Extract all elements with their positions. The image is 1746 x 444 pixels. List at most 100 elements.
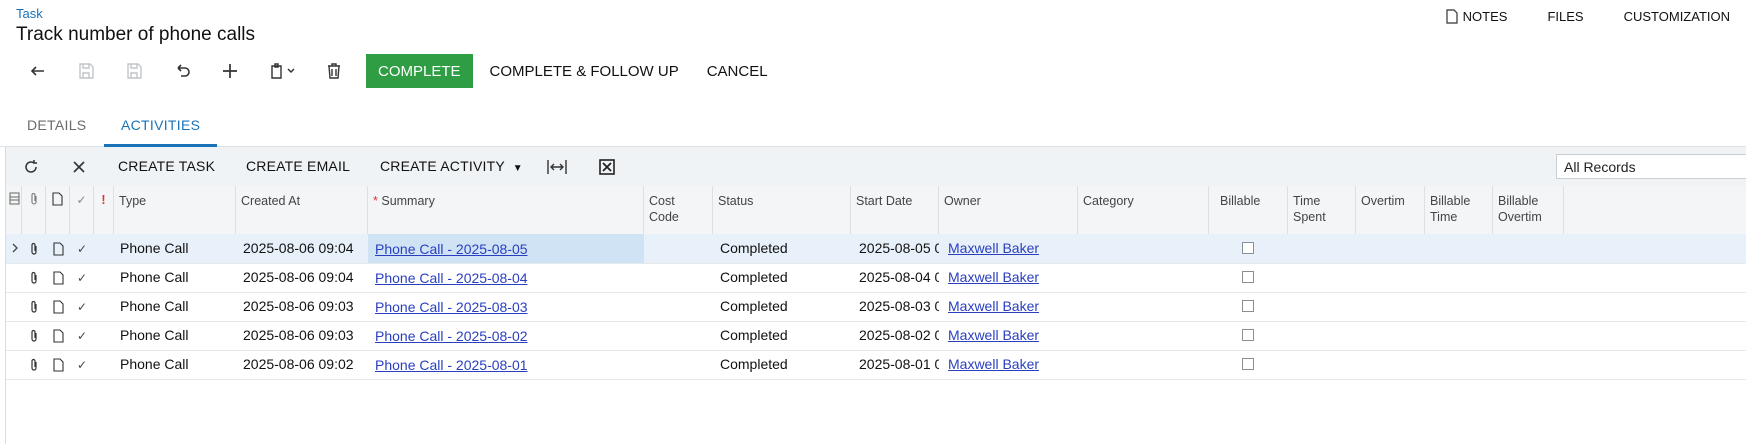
completed-check-icon: ✓: [76, 242, 88, 256]
attachment-icon[interactable]: [27, 300, 41, 314]
files-link[interactable]: FILES: [1547, 9, 1583, 24]
column-billable-time-line2: Time: [1430, 210, 1458, 224]
summary-link[interactable]: Phone Call - 2025-08-05: [368, 241, 528, 257]
billable-checkbox[interactable]: [1242, 242, 1254, 254]
attachment-icon[interactable]: [27, 358, 41, 372]
attachment-icon[interactable]: [27, 271, 41, 285]
breadcrumb[interactable]: Task: [16, 6, 43, 21]
create-task-button[interactable]: CREATE TASK: [118, 158, 215, 174]
caret-down-icon: ▼: [512, 163, 523, 174]
clipboard-icon[interactable]: [254, 54, 310, 88]
tab-bar: DETAILS ACTIVITIES: [0, 108, 1746, 147]
cancel-button[interactable]: CANCEL: [693, 54, 782, 88]
cell-summary[interactable]: Phone Call - 2025-08-05: [368, 234, 644, 263]
table-row[interactable]: ✓ Phone Call 2025-08-06 09:03 Phone Call…: [6, 292, 1746, 322]
complete-follow-up-button[interactable]: COMPLETE & FOLLOW UP: [476, 54, 693, 88]
create-email-button[interactable]: CREATE EMAIL: [246, 158, 350, 174]
tab-details[interactable]: DETAILS: [27, 117, 86, 133]
table-row[interactable]: ✓ Phone Call 2025-08-06 09:02 Phone Call…: [6, 350, 1746, 380]
column-summary[interactable]: * Summary: [368, 186, 644, 234]
create-activity-button[interactable]: CREATE ACTIVITY ▼: [380, 158, 523, 174]
billable-checkbox[interactable]: [1242, 358, 1254, 370]
column-cost-code-line2: Code: [649, 210, 679, 224]
back-icon[interactable]: [14, 54, 62, 88]
cell-summary[interactable]: Phone Call - 2025-08-01: [368, 350, 644, 379]
owner-link[interactable]: Maxwell Baker: [948, 321, 1039, 350]
tab-activities[interactable]: ACTIVITIES: [121, 117, 200, 133]
column-billable-time[interactable]: Billable Time: [1425, 186, 1493, 234]
cell-status: Completed: [720, 240, 788, 256]
column-cost-code[interactable]: Cost Code: [644, 186, 713, 234]
add-icon[interactable]: [206, 54, 254, 88]
cell-start-date: 2025-08-03 09: [859, 298, 939, 314]
note-icon[interactable]: [51, 329, 65, 343]
column-overtime[interactable]: Overtim: [1356, 186, 1425, 234]
cell-start-date: 2025-08-02 09: [859, 327, 939, 343]
grid-toolbar: CREATE TASK CREATE EMAIL CREATE ACTIVITY…: [6, 147, 1746, 187]
table-row[interactable]: ✓ Phone Call 2025-08-06 09:04 Phone Call…: [6, 263, 1746, 293]
priority-header-icon: !: [94, 186, 114, 234]
cell-summary[interactable]: Phone Call - 2025-08-03: [368, 292, 644, 321]
table-row[interactable]: ✓ Phone Call 2025-08-06 09:04 Phone Call…: [6, 234, 1746, 264]
completed-check-icon: ✓: [76, 271, 88, 285]
column-time-spent[interactable]: Time Spent: [1288, 186, 1356, 234]
cell-start-date: 2025-08-05 09: [859, 240, 939, 256]
export-excel-icon[interactable]: [596, 156, 618, 178]
billable-checkbox[interactable]: [1242, 329, 1254, 341]
column-created-at[interactable]: Created At: [236, 186, 368, 234]
main-toolbar: COMPLETE COMPLETE & FOLLOW UP CANCEL: [14, 54, 782, 88]
summary-link[interactable]: Phone Call - 2025-08-02: [368, 328, 528, 344]
complete-button[interactable]: COMPLETE: [366, 54, 473, 88]
save-close-icon[interactable]: [62, 54, 110, 88]
note-icon[interactable]: [51, 242, 65, 256]
column-status[interactable]: Status: [713, 186, 851, 234]
owner-link[interactable]: Maxwell Baker: [948, 263, 1039, 292]
summary-link[interactable]: Phone Call - 2025-08-01: [368, 357, 528, 373]
save-icon[interactable]: [110, 54, 158, 88]
column-billable[interactable]: Billable: [1209, 186, 1288, 234]
cell-type: Phone Call: [120, 327, 189, 343]
column-category[interactable]: Category: [1078, 186, 1209, 234]
owner-link[interactable]: Maxwell Baker: [948, 350, 1039, 379]
notes-link[interactable]: NOTES: [1446, 9, 1508, 24]
undo-icon[interactable]: [158, 54, 206, 88]
column-start-date[interactable]: Start Date: [851, 186, 939, 234]
fit-columns-icon[interactable]: [546, 156, 568, 178]
note-icon[interactable]: [51, 358, 65, 372]
column-cost-code-line1: Cost: [649, 194, 675, 208]
billable-checkbox[interactable]: [1242, 271, 1254, 283]
grid-header: ✓ ! Type Created At * Summary Cost Code …: [6, 186, 1746, 235]
customization-link[interactable]: CUSTOMIZATION: [1624, 9, 1730, 24]
records-filter-select[interactable]: All Records: [1556, 154, 1746, 179]
summary-link[interactable]: Phone Call - 2025-08-03: [368, 299, 528, 315]
delete-icon[interactable]: [310, 54, 358, 88]
billable-checkbox[interactable]: [1242, 300, 1254, 312]
column-billable-time-line1: Billable: [1430, 194, 1471, 208]
attachment-icon[interactable]: [27, 242, 41, 256]
cell-type: Phone Call: [120, 269, 189, 285]
refresh-icon[interactable]: [20, 156, 42, 178]
column-billable-overtime[interactable]: Billable Overtim: [1493, 186, 1564, 234]
table-row[interactable]: ✓ Phone Call 2025-08-06 09:03 Phone Call…: [6, 321, 1746, 351]
column-billable-overtime-line2: Overtim: [1498, 210, 1542, 224]
note-icon[interactable]: [51, 271, 65, 285]
column-type[interactable]: Type: [114, 186, 236, 234]
note-icon[interactable]: [51, 300, 65, 314]
column-owner[interactable]: Owner: [939, 186, 1078, 234]
summary-link[interactable]: Phone Call - 2025-08-04: [368, 270, 528, 286]
create-activity-label: CREATE ACTIVITY: [380, 158, 505, 174]
cell-start-date: 2025-08-04 09: [859, 269, 939, 285]
close-icon[interactable]: [68, 156, 90, 178]
owner-link[interactable]: Maxwell Baker: [948, 234, 1039, 263]
cell-created-at: 2025-08-06 09:04: [243, 269, 354, 285]
attachment-icon[interactable]: [27, 329, 41, 343]
notes-label: NOTES: [1462, 9, 1508, 24]
cell-type: Phone Call: [120, 298, 189, 314]
chevron-right-icon[interactable]: [8, 241, 22, 255]
completed-check-icon: ✓: [76, 329, 88, 343]
row-selector-header-icon[interactable]: [6, 186, 22, 234]
cell-created-at: 2025-08-06 09:04: [243, 240, 354, 256]
cell-summary[interactable]: Phone Call - 2025-08-02: [368, 321, 644, 350]
cell-summary[interactable]: Phone Call - 2025-08-04: [368, 263, 644, 292]
owner-link[interactable]: Maxwell Baker: [948, 292, 1039, 321]
